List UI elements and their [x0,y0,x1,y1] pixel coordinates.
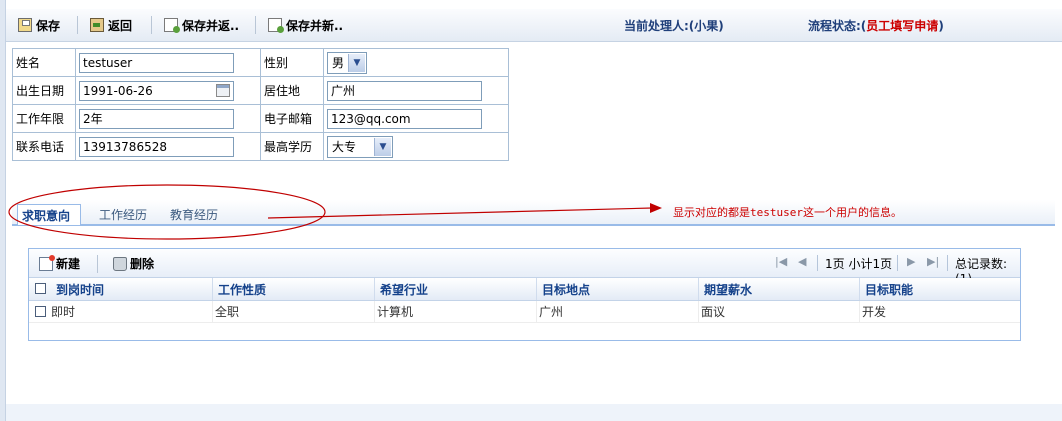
save-return-icon [164,18,180,33]
flow-status-label: 流程状态:( [808,19,867,33]
new-icon [39,254,55,271]
annotation-text: 显示对应的都是testuser这一个用户的信息。 [673,206,902,219]
tab-job-intention[interactable]: 求职意向 [17,204,81,225]
gender-cell: 男 ▼ [323,48,509,77]
education-value: 大专 [332,140,357,154]
form-row: 工作年限 2年 电子邮箱 123@qq.com [12,104,509,133]
bottom-band [6,404,1062,421]
column-header[interactable]: 目标职能 [859,278,1020,300]
table-cell: 面议 [698,301,859,322]
gender-select[interactable]: 男 ▼ [327,51,367,74]
chevron-down-icon: ▼ [374,137,391,156]
save-label: 保存 [36,18,61,33]
save-return-label: 保存并返.. [182,18,240,33]
save-button[interactable]: 保存 [18,16,60,34]
back-button[interactable]: 返回 [90,16,132,34]
toolbar-separator [255,16,256,34]
table-cell: 开发 [859,301,1020,322]
back-label: 返回 [108,18,133,33]
column-header[interactable]: 工作性质 [212,278,374,300]
education-cell: 大专 ▼ [323,132,509,161]
new-button[interactable]: 新建 [39,254,81,272]
phone-input[interactable]: 13913786528 [79,136,234,157]
flow-status: 流程状态:(员工填写申请) [808,17,944,34]
toolbar-separator [77,16,78,34]
current-handler: 当前处理人:(小果) [624,19,724,33]
table-cell: 广州 [536,301,698,322]
row-checkbox[interactable] [35,306,46,317]
delete-button[interactable]: 删除 [113,255,154,272]
prev-page-icon[interactable]: ◀ [798,255,806,268]
table-cell: 全职 [212,301,374,322]
save-and-new-button[interactable]: 保存并新.. [268,16,343,34]
phone-label: 联系电话 [12,132,76,161]
job-intention-grid: 新建 删除 |◀ ◀ 1页 小计1页 ▶ ▶| 总记录数:(1) 到岗时间 工作… [28,248,1021,341]
birth-date-input[interactable]: 1991-06-26 [79,80,234,101]
grid-toolbar: 新建 删除 |◀ ◀ 1页 小计1页 ▶ ▶| 总记录数:(1) [29,249,1020,286]
employee-form: 姓名 testuser 性别 男 ▼ 出生日期 1991-06-26 居住地 广… [12,48,509,161]
column-header[interactable]: 到岗时间 [51,278,212,300]
residence-label: 居住地 [260,76,324,105]
top-toolbar: 保存 返回 保存并返.. 保存并新.. 当前处理人:(小果) 流程状态:(员工填… [6,9,1062,42]
save-and-return-button[interactable]: 保存并返.. [164,16,239,34]
birth-label: 出生日期 [12,76,76,105]
column-header[interactable]: 目标地点 [536,278,698,300]
phone-cell: 13913786528 [75,132,261,161]
toolbar-separator [151,16,152,34]
gender-label: 性别 [260,48,324,77]
next-page-icon[interactable]: ▶ [907,255,915,268]
email-label: 电子邮箱 [260,104,324,133]
chevron-down-icon: ▼ [348,53,365,72]
select-all-checkbox[interactable] [35,283,46,294]
name-input[interactable]: testuser [79,52,234,73]
page-info: 1页 小计1页 [825,257,893,271]
name-label: 姓名 [12,48,76,77]
delete-label: 删除 [130,257,155,271]
left-frame-strip [0,0,6,421]
flow-status-value: 员工填写申请 [866,19,939,33]
birth-value: 1991-06-26 [83,83,153,98]
education-select[interactable]: 大专 ▼ [327,135,393,158]
save-new-label: 保存并新.. [286,18,344,33]
column-header[interactable]: 希望行业 [374,278,536,300]
form-row: 出生日期 1991-06-26 居住地 广州 [12,76,509,105]
grid-toolbar-separator [97,255,98,273]
birth-cell: 1991-06-26 [75,76,261,105]
residence-input[interactable]: 广州 [327,80,482,101]
tab-work-experience[interactable]: 工作经历 [99,204,147,224]
education-label: 最高学历 [260,132,324,161]
years-cell: 2年 [75,104,261,133]
grid-header: 到岗时间 工作性质 希望行业 目标地点 期望薪水 目标职能 [29,278,1020,301]
work-years-input[interactable]: 2年 [79,108,234,129]
new-label: 新建 [56,257,81,271]
pager-separator [817,255,818,271]
calendar-icon[interactable] [216,83,230,97]
column-header[interactable]: 期望薪水 [698,278,859,300]
flow-status-close: ) [938,19,944,33]
email-cell: 123@qq.com [323,104,509,133]
form-row: 联系电话 13913786528 最高学历 大专 ▼ [12,132,509,161]
last-page-icon[interactable]: ▶| [927,255,939,268]
pager-separator [947,255,948,271]
name-cell: testuser [75,48,261,77]
form-row: 姓名 testuser 性别 男 ▼ [12,48,509,77]
save-icon [18,18,32,32]
years-label: 工作年限 [12,104,76,133]
back-icon [90,18,104,32]
table-row[interactable]: 即时 全职 计算机 广州 面议 开发 [29,301,1020,323]
residence-cell: 广州 [323,76,509,105]
save-new-icon [268,18,284,33]
table-cell: 计算机 [374,301,536,322]
tab-education[interactable]: 教育经历 [170,204,218,224]
table-cell: 即时 [51,305,76,319]
trash-icon [113,256,127,271]
first-page-icon[interactable]: |◀ [775,255,787,268]
email-input[interactable]: 123@qq.com [327,108,482,129]
pager-separator [897,255,898,271]
gender-value: 男 [332,56,345,70]
